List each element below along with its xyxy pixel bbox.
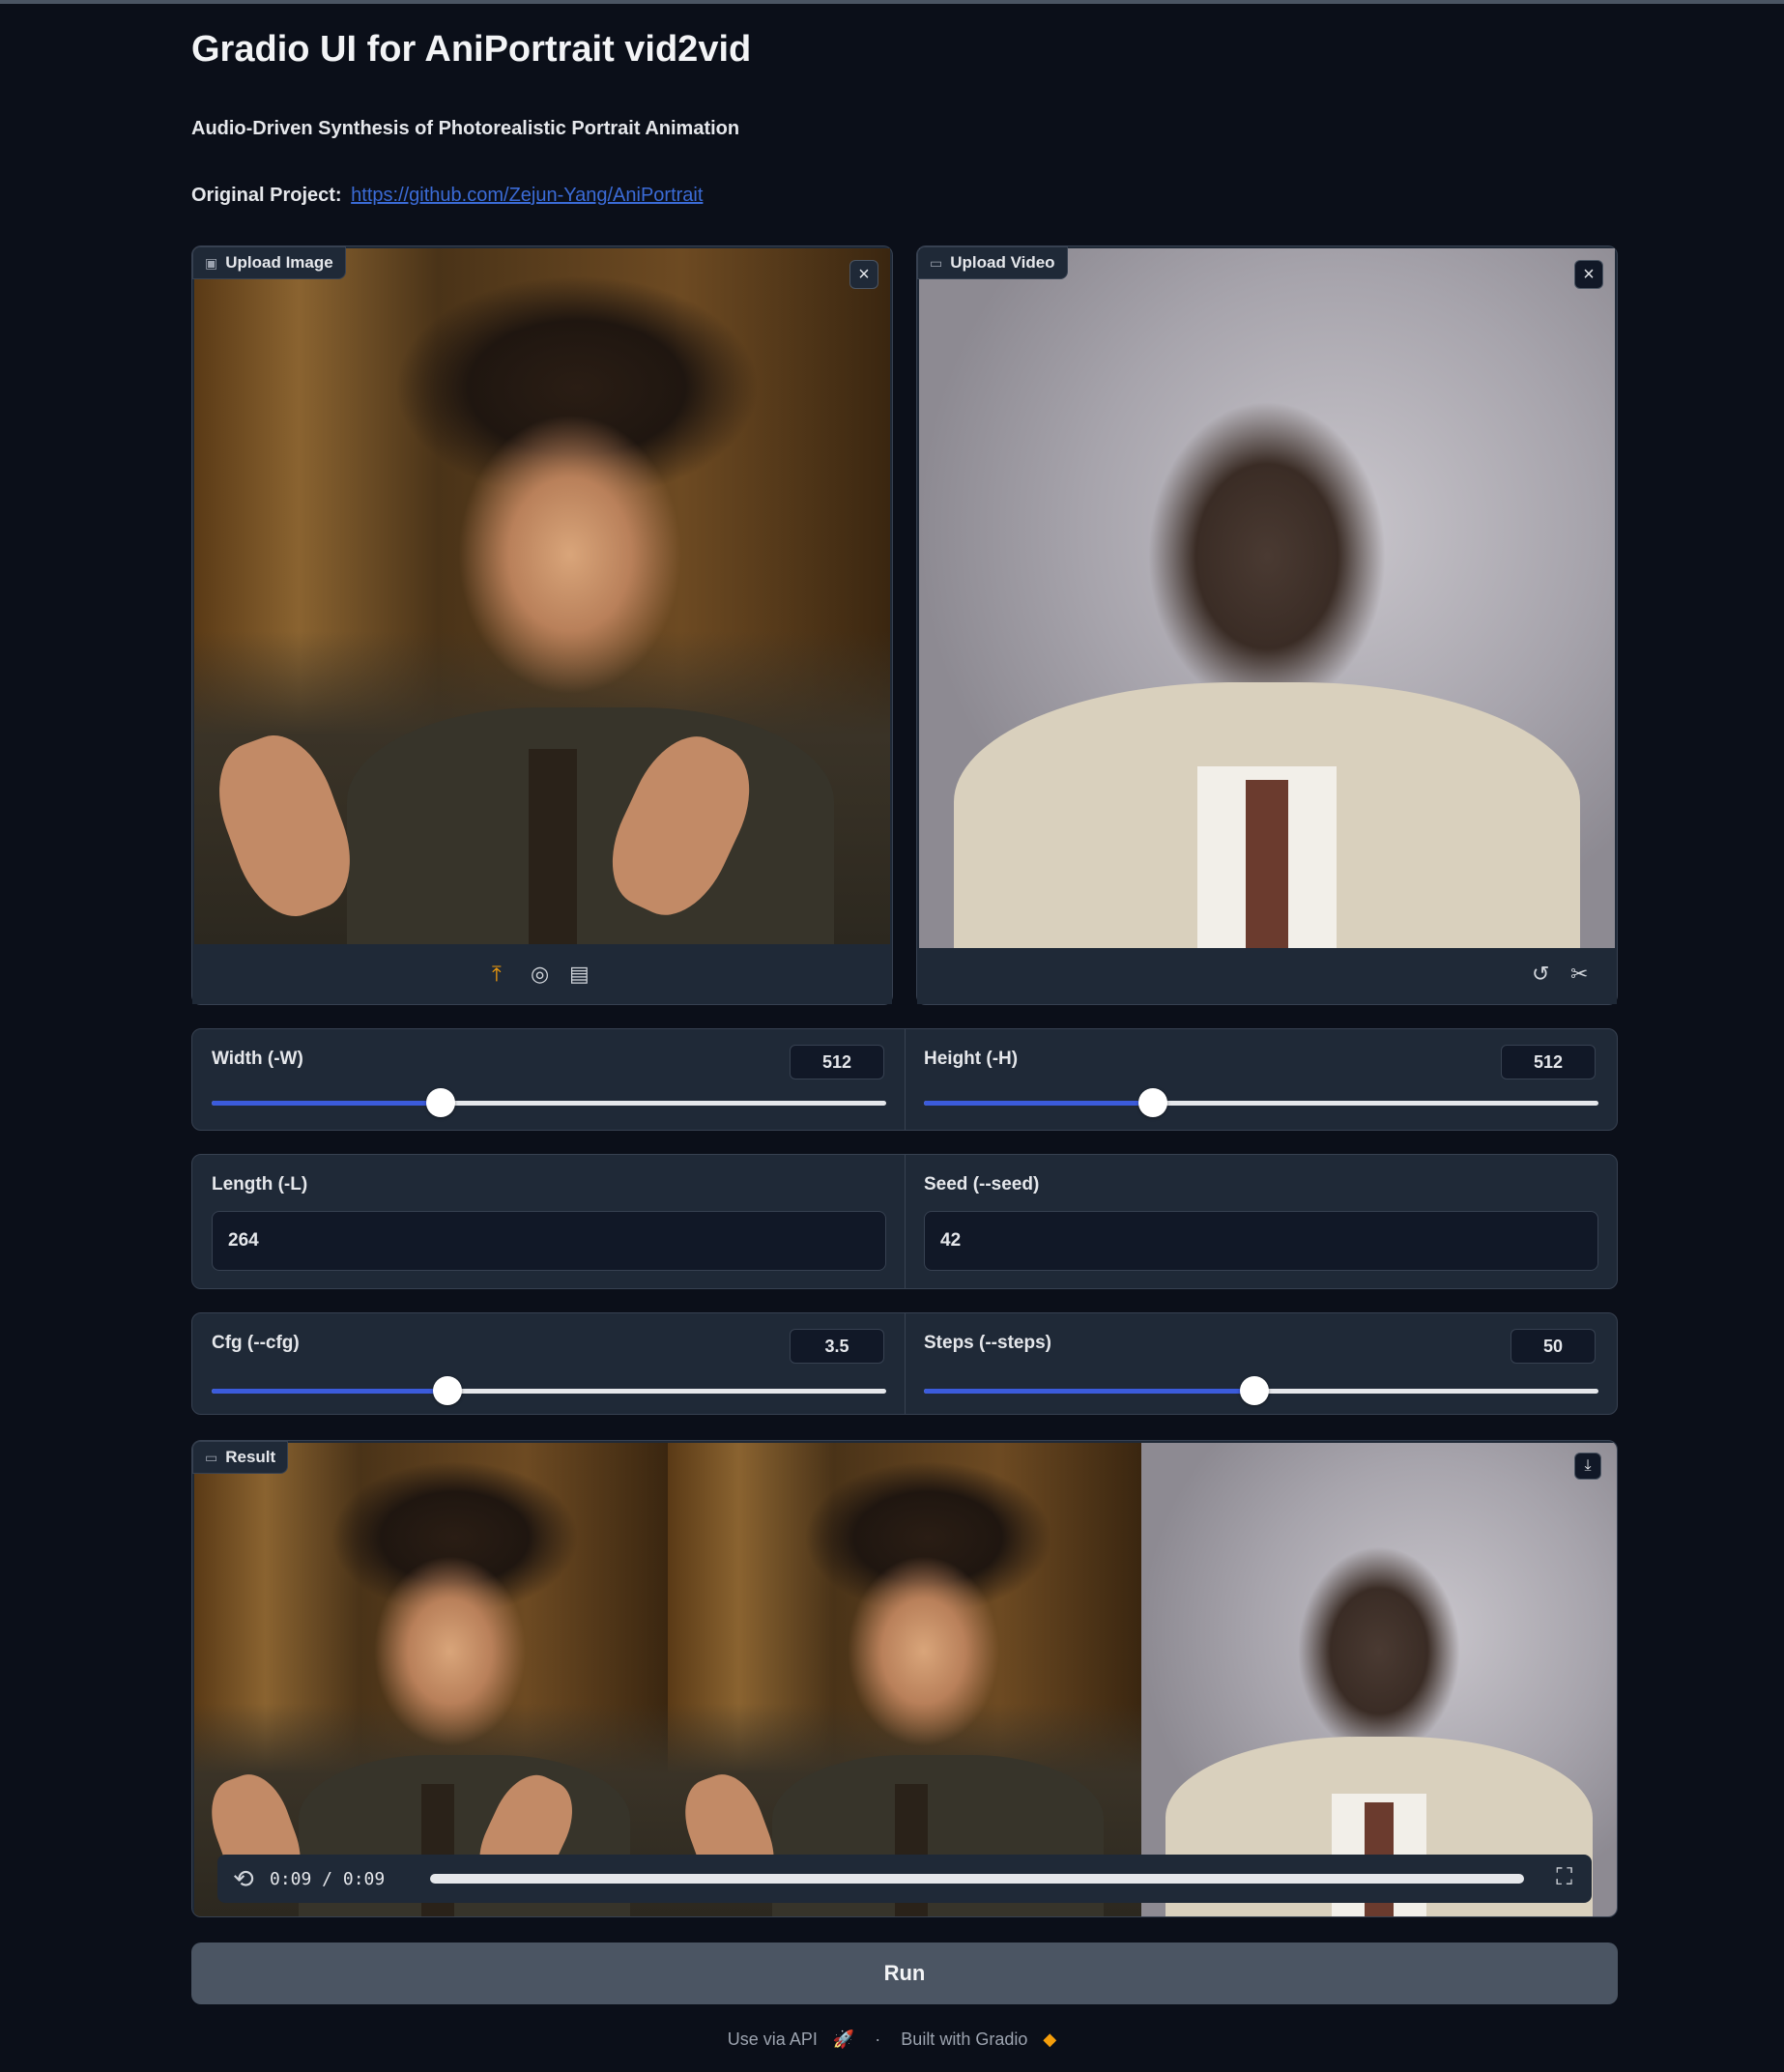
- undo-icon[interactable]: ↺: [1532, 962, 1549, 987]
- length-input[interactable]: 264: [212, 1211, 886, 1271]
- clear-image-button[interactable]: ×: [849, 260, 878, 289]
- page-title: Gradio UI for AniPortrait vid2vid: [191, 29, 752, 70]
- height-slider-thumb[interactable]: [1138, 1088, 1168, 1117]
- seed-input[interactable]: 42: [924, 1211, 1598, 1271]
- size-sliders-row: Width (-W) 512 Height (-H) 512: [191, 1028, 1618, 1131]
- image-icon: ▣: [205, 254, 218, 271]
- length-label: Length (-L): [212, 1174, 308, 1194]
- result-frame-animated: [668, 1443, 1141, 1916]
- rocket-icon: 🚀: [832, 2029, 855, 2049]
- width-slider-thumb[interactable]: [426, 1088, 456, 1117]
- use-via-api-link[interactable]: Use via API: [728, 2029, 818, 2049]
- cfg-slider-thumb[interactable]: [433, 1376, 463, 1405]
- video-icon: ▭: [205, 1449, 218, 1465]
- run-button[interactable]: Run: [191, 1942, 1618, 2004]
- upload-icon[interactable]: ⤒: [492, 962, 502, 987]
- upload-image-label: ▣ Upload Image: [192, 246, 346, 279]
- steps-number[interactable]: 50: [1511, 1329, 1596, 1364]
- top-border: [0, 0, 1784, 4]
- upload-video-label: ▭ Upload Video: [917, 246, 1068, 279]
- source-image: [194, 248, 890, 944]
- steps-slider-thumb[interactable]: [1240, 1376, 1270, 1405]
- length-seed-row: Length (-L) 264 Seed (--seed) 42: [191, 1154, 1618, 1289]
- scissors-icon[interactable]: ✂: [1570, 962, 1588, 987]
- height-label: Height (-H): [924, 1049, 1019, 1069]
- video-time: 0:09 / 0:09: [270, 1868, 386, 1889]
- steps-label: Steps (--steps): [924, 1333, 1051, 1353]
- cfg-number[interactable]: 3.5: [790, 1329, 884, 1364]
- steps-slider[interactable]: [924, 1376, 1598, 1405]
- image-toolbar: ⤒ ◎ ▤: [192, 948, 892, 1004]
- video-toolbar: ↺ ✂: [917, 950, 1617, 1004]
- clear-video-button[interactable]: ×: [1574, 260, 1603, 289]
- result-label: ▭ Result: [192, 1441, 289, 1474]
- cfg-slider[interactable]: [212, 1376, 886, 1405]
- gradio-logo-icon: ◆: [1043, 2029, 1057, 2049]
- project-link[interactable]: https://github.com/Zejun-Yang/AniPortrai…: [351, 185, 703, 206]
- project-line: Original Project: https://github.com/Zej…: [191, 185, 703, 207]
- upload-image-panel: ▣ Upload Image × ⤒ ◎ ▤: [191, 245, 893, 1005]
- clipboard-icon[interactable]: ▤: [569, 962, 590, 987]
- width-label: Width (-W): [212, 1049, 303, 1069]
- cfg-label: Cfg (--cfg): [212, 1333, 300, 1353]
- video-progress[interactable]: [430, 1874, 1524, 1884]
- video-icon: ▭: [930, 254, 943, 271]
- fullscreen-icon[interactable]: ⛶: [1556, 1864, 1572, 1891]
- height-number[interactable]: 512: [1501, 1045, 1596, 1079]
- width-slider[interactable]: [212, 1088, 886, 1117]
- footer-separator: ·: [875, 2029, 881, 2049]
- upload-video-panel: ▭ Upload Video × ↺ ✂: [916, 245, 1618, 1005]
- cfg-steps-row: Cfg (--cfg) 3.5 Steps (--steps) 50: [191, 1312, 1618, 1415]
- seed-label: Seed (--seed): [924, 1174, 1040, 1194]
- project-label: Original Project:: [191, 185, 342, 206]
- replay-icon[interactable]: ⟲: [233, 1864, 254, 1894]
- result-frame-driving: [1141, 1443, 1617, 1916]
- result-panel: ▭ Result ⤓ ⟲ 0:09 / 0:09 ⛶: [191, 1440, 1618, 1917]
- result-frame-reference: [194, 1443, 668, 1916]
- video-controls: ⟲ 0:09 / 0:09 ⛶: [217, 1855, 1592, 1903]
- built-with-gradio-link[interactable]: Built with Gradio: [901, 2029, 1027, 2049]
- page-subtitle: Audio-Driven Synthesis of Photorealistic…: [191, 118, 740, 139]
- download-button[interactable]: ⤓: [1574, 1453, 1601, 1480]
- height-slider[interactable]: [924, 1088, 1598, 1117]
- driving-video: [919, 248, 1615, 948]
- footer: Use via API 🚀 · Built with Gradio ◆: [0, 2029, 1784, 2050]
- webcam-icon[interactable]: ◎: [531, 962, 549, 987]
- width-number[interactable]: 512: [790, 1045, 884, 1079]
